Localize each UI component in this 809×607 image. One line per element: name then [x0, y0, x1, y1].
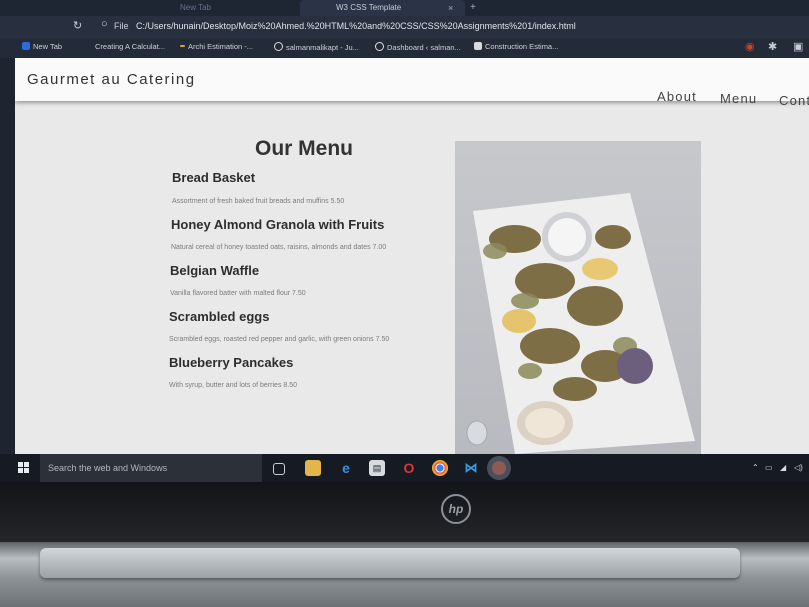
tab-strip: New Tab W3 CSS Template × + — [0, 0, 809, 16]
menu-item-name: Honey Almond Granola with Fruits — [171, 217, 385, 232]
menu-item-desc: Vanilla flavored batter with malted flou… — [170, 290, 306, 297]
bookmark-new-tab[interactable]: New Tab — [22, 42, 62, 51]
file-label: File — [114, 21, 129, 31]
food-photo — [455, 141, 701, 454]
settings-extension-icon[interactable]: ✱ — [768, 40, 777, 53]
page-viewport: Gaurmet au Catering About Menu Cont Our … — [15, 58, 809, 454]
menu-item-desc: Natural cereal of honey toasted oats, ra… — [171, 244, 387, 251]
menu-extension-icon[interactable]: ▣ — [793, 40, 803, 53]
wordpress-icon — [375, 42, 384, 51]
store-icon[interactable]: ▤ — [369, 460, 385, 476]
menu-item-name: Blueberry Pancakes — [169, 355, 294, 370]
tray-up-icon[interactable]: ⌃ — [752, 463, 759, 472]
bookmark-dashboard[interactable]: Dashboard ‹ salman... — [375, 42, 461, 52]
file-explorer-icon[interactable] — [305, 460, 321, 476]
menu-item-desc: Assortment of fresh baked fruit breads a… — [172, 198, 345, 205]
browser-icon[interactable] — [492, 461, 506, 475]
task-view-icon[interactable] — [273, 463, 285, 475]
close-tab-icon[interactable]: × — [448, 0, 453, 16]
menu-item-desc: With syrup, butter and lots of berries 8… — [169, 382, 298, 389]
windows-start-icon[interactable] — [18, 462, 30, 474]
bookmark-icon — [180, 45, 185, 47]
menu-item-name: Bread Basket — [172, 170, 256, 185]
site-brand[interactable]: Gaurmet au Catering — [27, 71, 196, 88]
bookmark-construction[interactable]: Construction Estima... — [474, 42, 558, 51]
volume-icon[interactable]: ◁) — [794, 463, 803, 472]
apps-icon — [22, 42, 30, 50]
battery-icon[interactable]: ▭ — [765, 463, 773, 472]
page-icon — [474, 42, 482, 50]
menu-item-name: Scrambled eggs — [169, 309, 270, 324]
taskbar-search-placeholder: Search the web and Windows — [48, 463, 168, 473]
chrome-icon[interactable] — [432, 460, 448, 476]
menu-item-name: Belgian Waffle — [170, 263, 260, 278]
food-photo-illustration — [466, 193, 695, 454]
tab-new-tab[interactable]: New Tab — [180, 0, 211, 16]
vscode-icon[interactable]: ⋈ — [463, 460, 479, 476]
hp-logo: hp — [441, 494, 471, 524]
network-icon[interactable]: ◢ — [780, 463, 786, 472]
rss-extension-icon[interactable]: ◉ — [745, 40, 755, 53]
address-bar: ↻ ○ File C:/Users/hunain/Desktop/Moiz%20… — [0, 16, 809, 38]
laptop-bezel — [0, 482, 809, 542]
tab-w3-css-template[interactable]: W3 CSS Template — [300, 0, 465, 16]
info-icon[interactable]: ○ — [101, 18, 108, 30]
bookmarks-bar: New Tab Creating A Calculat... Archi Est… — [0, 38, 809, 58]
wordpress-icon — [274, 42, 283, 51]
laptop-screen: New Tab W3 CSS Template × + ↻ ○ File C:/… — [0, 0, 809, 482]
new-tab-icon[interactable]: + — [470, 0, 476, 16]
menu-title: Our Menu — [255, 137, 353, 160]
menu-item-desc: Scrambled eggs, roasted red pepper and g… — [169, 336, 390, 343]
bookmark-salmanmalikapt[interactable]: salmanmalikapt - Ju... — [274, 42, 359, 52]
opera-icon[interactable]: O — [401, 460, 417, 476]
taskbar-search-box[interactable]: Search the web and Windows — [40, 454, 262, 482]
bookmark-archi-estimation[interactable]: Archi Estimation -... — [180, 42, 253, 51]
reload-icon[interactable]: ↻ — [73, 19, 82, 32]
nav-about[interactable]: About — [657, 89, 697, 104]
windows-taskbar: Search the web and Windows e ▤ O ⋈ ⌃ ▭ ◢… — [0, 454, 809, 482]
bookmark-calculator[interactable]: Creating A Calculat... — [95, 42, 165, 51]
url-text[interactable]: C:/Users/hunain/Desktop/Moiz%20Ahmed.%20… — [136, 21, 576, 31]
hinge-bar — [40, 548, 740, 578]
site-navbar: Gaurmet au Catering About Menu Cont — [15, 58, 809, 108]
edge-icon[interactable]: e — [338, 460, 354, 476]
nav-menu[interactable]: Menu — [720, 91, 757, 106]
nav-contact[interactable]: Cont — [779, 93, 809, 108]
